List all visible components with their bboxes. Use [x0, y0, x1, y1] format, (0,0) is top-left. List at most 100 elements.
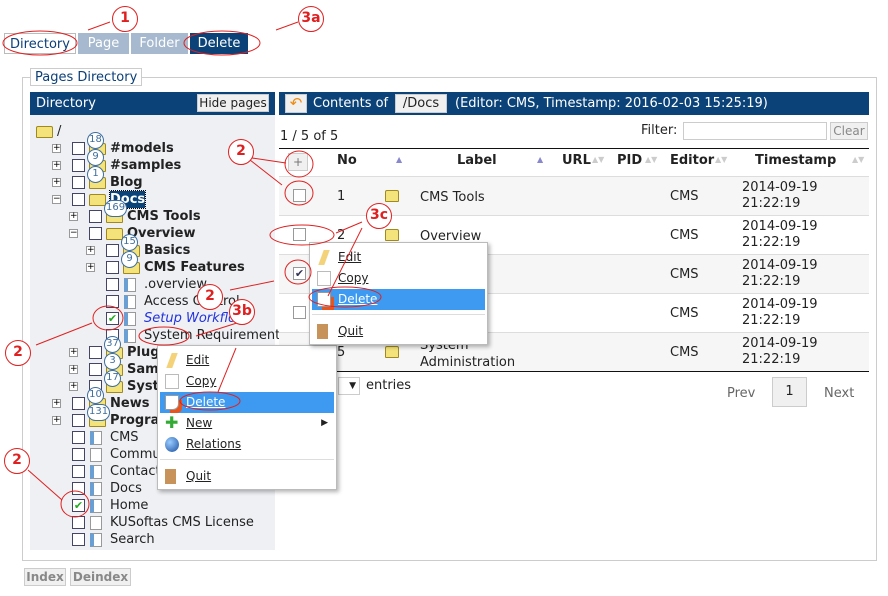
expand-icon[interactable]: +: [86, 246, 95, 255]
folder-open-icon: [89, 194, 106, 206]
tree-checkbox[interactable]: [72, 414, 85, 427]
tree-label[interactable]: Access Control: [144, 293, 240, 310]
expand-icon[interactable]: +: [86, 263, 95, 272]
expand-icon[interactable]: +: [69, 365, 78, 374]
tree-label[interactable]: News: [110, 395, 149, 412]
menu-new[interactable]: ✚ New ▶: [160, 413, 334, 434]
path-button[interactable]: /Docs: [395, 94, 447, 113]
tab-delete[interactable]: Delete: [190, 33, 248, 54]
tree-label[interactable]: System Requirements: [144, 327, 287, 344]
tree-checkbox[interactable]: [89, 227, 102, 240]
page-1-button[interactable]: 1: [772, 377, 807, 407]
tree-checkbox[interactable]: [89, 346, 102, 359]
page-icon: [90, 499, 102, 513]
tree-checkbox[interactable]: [106, 244, 119, 257]
folder-open-icon: [106, 228, 123, 240]
tree-label[interactable]: Docs: [110, 480, 142, 497]
tab-page[interactable]: Page: [78, 33, 129, 54]
tree-checkbox[interactable]: [72, 397, 85, 410]
expand-icon[interactable]: +: [52, 144, 61, 153]
tree-label[interactable]: Search: [110, 531, 155, 548]
deindex-button[interactable]: Deindex: [70, 568, 131, 586]
filter-input[interactable]: [683, 122, 827, 140]
tree-checkbox[interactable]: [106, 295, 119, 308]
hide-pages-button[interactable]: Hide pages: [197, 94, 269, 112]
sort-both-icon[interactable]: ▲▼: [852, 155, 864, 164]
tree-label[interactable]: CMS Features: [144, 259, 245, 276]
tree-label[interactable]: #samples: [110, 157, 181, 174]
prev-button[interactable]: Prev: [727, 386, 755, 401]
tree-checkbox[interactable]: ✔: [72, 499, 85, 512]
collapse-icon[interactable]: −: [52, 195, 61, 204]
sort-asc-icon[interactable]: ▲: [396, 155, 402, 164]
row-label[interactable]: CMS Tools: [420, 189, 530, 206]
menu-quit[interactable]: Quit: [312, 321, 485, 342]
add-button[interactable]: +: [288, 153, 308, 171]
page-icon: [90, 516, 102, 530]
tree-checkbox[interactable]: ✔: [106, 312, 119, 325]
tree-checkbox[interactable]: [72, 465, 85, 478]
row-timestamp-date: 2014-09-19: [742, 258, 818, 273]
row-checkbox[interactable]: [293, 228, 306, 241]
tree-checkbox[interactable]: [106, 261, 119, 274]
tree-label[interactable]: Home: [110, 497, 148, 514]
col-editor[interactable]: Editor: [670, 153, 714, 168]
tree-label[interactable]: CMS Tools: [127, 208, 201, 225]
tree-checkbox[interactable]: [89, 363, 102, 376]
collapse-icon[interactable]: −: [69, 229, 78, 238]
contents-header: ↶ Contents of /Docs (Editor: CMS, Timest…: [279, 92, 869, 115]
menu-edit[interactable]: Edit: [160, 350, 334, 371]
menu-delete[interactable]: Delete: [312, 289, 485, 310]
index-button[interactable]: Index: [24, 568, 66, 586]
expand-icon[interactable]: +: [52, 161, 61, 170]
row-checkbox[interactable]: [293, 306, 306, 319]
sort-both-icon[interactable]: ▲▼: [645, 155, 657, 164]
tree-checkbox[interactable]: [72, 448, 85, 461]
menu-edit[interactable]: Edit: [312, 247, 485, 268]
tree-checkbox[interactable]: [72, 193, 85, 206]
col-label[interactable]: Label: [457, 153, 497, 168]
next-button[interactable]: Next: [824, 386, 854, 401]
sort-both-icon[interactable]: ▲▼: [715, 155, 727, 164]
tree-label[interactable]: Blog: [110, 174, 143, 191]
menu-copy[interactable]: Copy: [160, 371, 334, 392]
back-button[interactable]: ↶: [285, 94, 307, 113]
entries-select[interactable]: ▼: [338, 377, 360, 395]
tab-directory[interactable]: Directory: [4, 33, 76, 54]
expand-icon[interactable]: +: [52, 399, 61, 408]
tree-checkbox[interactable]: [106, 278, 119, 291]
tree-checkbox[interactable]: [72, 176, 85, 189]
expand-icon[interactable]: +: [69, 382, 78, 391]
clear-button[interactable]: Clear: [830, 122, 868, 140]
expand-icon[interactable]: +: [52, 416, 61, 425]
tree-checkbox[interactable]: [72, 516, 85, 529]
expand-icon[interactable]: +: [69, 212, 78, 221]
sort-both-icon[interactable]: ▲▼: [592, 155, 604, 164]
tree-checkbox[interactable]: [72, 482, 85, 495]
col-timestamp[interactable]: Timestamp: [755, 153, 836, 168]
tree-checkbox[interactable]: [72, 142, 85, 155]
menu-copy[interactable]: Copy: [312, 268, 485, 289]
tab-folder[interactable]: Folder: [131, 33, 188, 54]
tree-label[interactable]: CMS: [110, 429, 139, 446]
col-pid[interactable]: PID: [617, 153, 642, 168]
tree-label[interactable]: /: [57, 123, 61, 140]
tree-checkbox[interactable]: [89, 210, 102, 223]
col-url[interactable]: URL: [562, 153, 591, 168]
tree-checkbox[interactable]: [72, 533, 85, 546]
tree-label[interactable]: KUSoftas CMS License: [110, 514, 254, 531]
col-no[interactable]: No: [337, 153, 357, 168]
sort-asc-icon[interactable]: ▲: [537, 155, 543, 164]
expand-icon[interactable]: +: [52, 178, 61, 187]
row-checkbox[interactable]: ✔: [293, 267, 306, 280]
menu-relations[interactable]: Relations: [160, 434, 334, 455]
count-badge: 3: [104, 353, 121, 370]
tree-label[interactable]: #models: [110, 140, 174, 157]
tree-checkbox[interactable]: [72, 431, 85, 444]
tree-checkbox[interactable]: [72, 159, 85, 172]
row-checkbox[interactable]: [293, 189, 306, 202]
menu-delete[interactable]: Delete: [160, 392, 334, 413]
expand-icon[interactable]: +: [69, 348, 78, 357]
menu-quit[interactable]: Quit: [160, 466, 334, 487]
tree-label[interactable]: Basics: [144, 242, 190, 259]
